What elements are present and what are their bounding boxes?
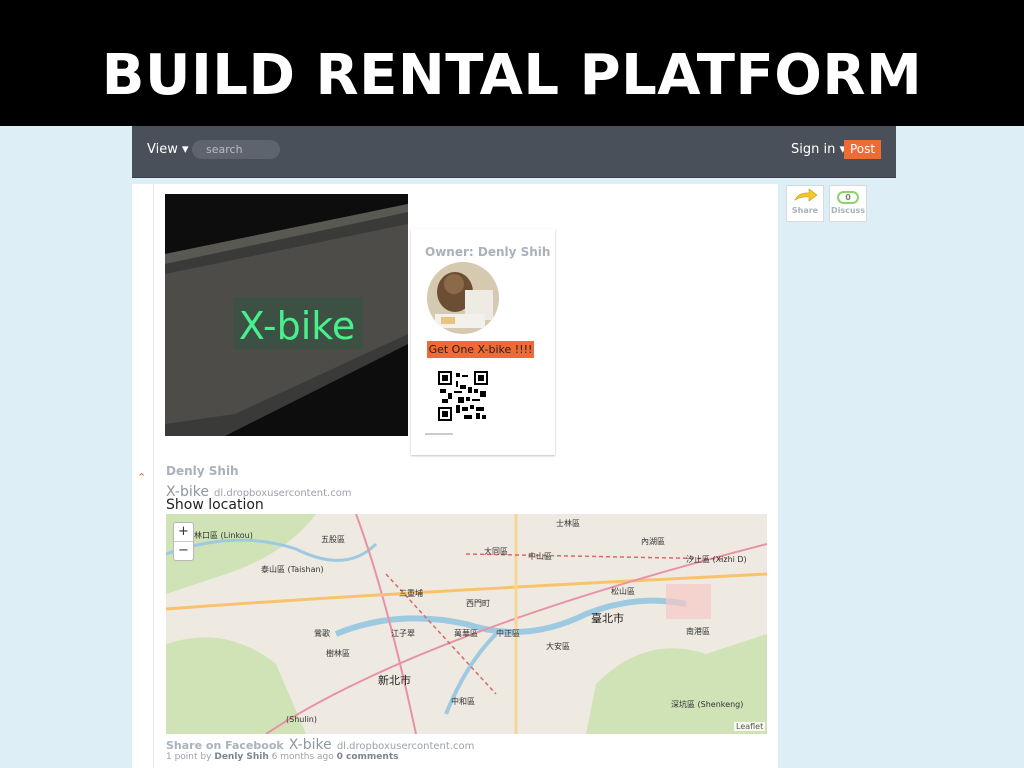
map-attribution[interactable]: Leaflet	[734, 722, 766, 731]
post-author[interactable]: Denly Shih	[166, 464, 239, 478]
map-label-yingge: 鶯歌	[314, 628, 330, 638]
vote-gutter-divider	[153, 184, 154, 768]
map-label-nangang: 南港區	[686, 626, 710, 636]
post-points: 1 point	[166, 752, 198, 762]
get-xbike-button[interactable]: Get One X-bike !!!!	[427, 341, 534, 358]
map-label-zhonghe: 中和區	[451, 696, 475, 706]
discuss-button[interactable]: 0 Discuss	[829, 185, 867, 222]
share-facebook-line: Share on Facebook X-bike dl.dropboxuserc…	[166, 734, 474, 753]
map-label-zhongshan: 中山區	[528, 551, 552, 561]
share-facebook-link[interactable]: Share on Facebook	[166, 739, 284, 752]
map-label-zhongzheng: 中正區	[496, 628, 520, 638]
share-post-title[interactable]: X-bike	[289, 737, 332, 753]
discuss-label: Discuss	[830, 206, 866, 215]
post-meta: 1 point by Denly Shih 6 months ago 0 com…	[166, 752, 398, 762]
map-label-shilin: 士林區	[556, 518, 580, 528]
owner-card: Owner: Denly Shih Get One X-bike !!!!	[411, 229, 555, 455]
zoom-out-button[interactable]: −	[174, 542, 193, 560]
map-label-linkou: 林口區 (Linkou)	[194, 530, 253, 540]
map-label-daan: 大安區	[546, 641, 570, 651]
view-menu[interactable]: View ▾	[147, 140, 189, 160]
map-tiles: 林口區 (Linkou) 泰山區 (Taishan) 五股區 大同區 中山區 內…	[166, 514, 767, 734]
show-location-link[interactable]: Show location	[166, 497, 264, 513]
map-label-datong: 大同區	[484, 546, 508, 556]
map-label-jiangzicui: 江子翠	[391, 629, 415, 638]
map-label-shulin-district: 樹林區	[326, 648, 350, 658]
owner-name: Owner: Denly Shih	[425, 245, 551, 259]
post-button[interactable]: Post	[844, 140, 881, 159]
share-post-domain: dl.dropboxusercontent.com	[336, 741, 475, 752]
post-comments-link[interactable]: 0 comments	[337, 752, 399, 762]
map-label-taishan: 泰山區 (Taishan)	[261, 564, 324, 574]
map-label-wugu: 五股區	[321, 535, 345, 544]
post-image[interactable]: X-bike	[165, 194, 408, 436]
upvote-icon[interactable]: ⌃	[137, 472, 146, 484]
map-label-xizhi: 汐止區 (Xizhi D)	[686, 554, 747, 564]
sign-in-menu[interactable]: Sign in ▾	[791, 140, 846, 160]
search-input[interactable]	[192, 140, 280, 159]
discuss-count-icon: 0	[837, 191, 859, 204]
share-button[interactable]: Share	[786, 185, 824, 222]
map-zoom-control: + −	[173, 522, 194, 561]
share-arrow-icon	[794, 188, 818, 202]
qr-code-icon	[438, 371, 488, 421]
top-navbar: View ▾ Sign in ▾ Post	[132, 126, 896, 178]
share-label: Share	[791, 206, 819, 215]
map-label-wanhua: 萬華區	[454, 628, 478, 638]
map-label-ximending: 西門町	[466, 599, 490, 608]
map-label-shulin: (Shulin)	[286, 715, 317, 724]
map-label-taipei: 臺北市	[591, 611, 624, 625]
map-label-neihu: 內湖區	[641, 537, 665, 546]
owner-avatar	[427, 262, 499, 334]
zoom-in-button[interactable]: +	[174, 523, 193, 541]
map-label-songshan: 松山區	[611, 586, 635, 596]
qr-caption	[425, 433, 453, 435]
xbike-glow-text: X-bike	[239, 304, 356, 348]
map-label-shenkeng: 深坑區 (Shenkeng)	[671, 699, 743, 709]
map-label-sanchong: 三重埔	[399, 588, 423, 598]
slide-title: BUILD RENTAL PLATFORM	[101, 43, 923, 108]
meta-author[interactable]: Denly Shih	[214, 752, 268, 762]
meta-by: by	[200, 752, 212, 762]
map-label-newtaipei: 新北市	[378, 673, 411, 687]
xbike-photo: X-bike	[165, 204, 408, 436]
location-map[interactable]: 林口區 (Linkou) 泰山區 (Taishan) 五股區 大同區 中山區 內…	[166, 514, 767, 734]
post-age: 6 months ago	[271, 752, 334, 762]
